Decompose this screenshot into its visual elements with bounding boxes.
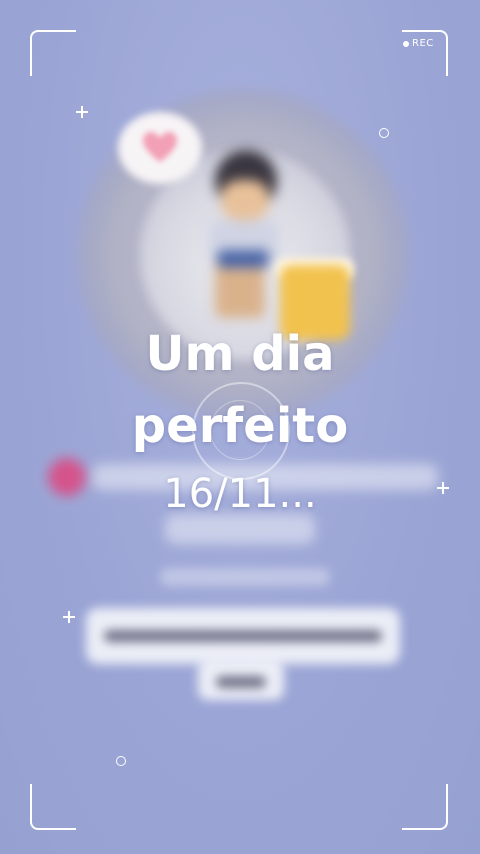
title-line-1: Um dia xyxy=(145,326,335,382)
rec-label: REC xyxy=(412,38,434,49)
plus-icon xyxy=(63,611,75,623)
ring-icon xyxy=(116,756,126,766)
rec-indicator: REC xyxy=(403,38,434,49)
blurred-date-line xyxy=(160,568,330,586)
blurred-display-name xyxy=(165,514,315,544)
plus-icon xyxy=(76,106,88,118)
title-line-2: perfeito xyxy=(131,398,349,454)
ring-icon xyxy=(379,128,389,138)
viewfinder-corner-bottom-left xyxy=(30,784,76,830)
blurred-caption-box xyxy=(86,608,400,664)
viewfinder-corner-top-left xyxy=(30,30,76,76)
heart-icon xyxy=(143,132,177,162)
viewfinder-corner-bottom-right xyxy=(402,784,448,830)
date-text: 16/11... xyxy=(163,471,317,517)
blurred-caption-box-2 xyxy=(198,660,284,700)
viewfinder-corner-top-right xyxy=(402,30,448,76)
rec-dot-icon xyxy=(403,40,409,47)
